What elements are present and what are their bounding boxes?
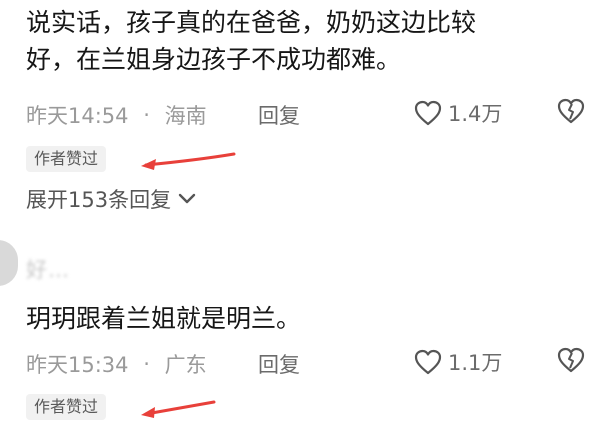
comment-time: 昨天14:54 [26, 104, 129, 128]
broken-heart-icon [557, 98, 585, 124]
author-liked-badge: 作者赞过 [26, 146, 107, 172]
like-button[interactable]: 1.4万 [414, 98, 502, 128]
broken-heart-icon [557, 347, 585, 373]
comment-meta: 昨天14:54 · 海南 回复 1.4万 [26, 98, 595, 132]
expand-replies-label: 展开153条回复 [26, 188, 172, 212]
heart-icon [414, 349, 442, 375]
heart-icon [414, 100, 442, 126]
comment-location: 海南 [164, 104, 207, 128]
comment-meta: 昨天15:34 · 广东 回复 1.1万 [26, 347, 595, 381]
avatar[interactable] [0, 240, 18, 286]
comment-username[interactable]: 好… [26, 254, 70, 284]
dislike-button[interactable] [557, 98, 585, 129]
like-count: 1.1万 [448, 351, 503, 375]
meta-separator: · [143, 103, 150, 127]
annotation-arrow [141, 400, 216, 418]
dislike-button[interactable] [557, 347, 585, 378]
comment-location: 广东 [164, 353, 207, 377]
comment-time: 昨天15:34 [26, 353, 129, 377]
comment-text: 玥玥跟着兰姐就是明兰。 [26, 304, 302, 333]
chevron-down-icon [178, 193, 196, 204]
like-count: 1.4万 [448, 102, 503, 126]
comment-text: 说实话，孩子真的在爸爸，奶奶这边比较 好，在兰姐身边孩子不成功都难。 [26, 8, 477, 74]
like-button[interactable]: 1.1万 [414, 347, 502, 377]
comment-time-location: 昨天14:54 · 海南 [26, 100, 207, 130]
reply-button[interactable]: 回复 [258, 349, 300, 379]
expand-replies-button[interactable]: 展开153条回复 [26, 184, 197, 214]
comment-time-location: 昨天15:34 · 广东 [26, 349, 207, 379]
meta-separator: · [143, 352, 150, 376]
annotation-arrow [141, 152, 236, 170]
reply-button[interactable]: 回复 [258, 100, 300, 130]
author-liked-badge: 作者赞过 [26, 394, 107, 420]
